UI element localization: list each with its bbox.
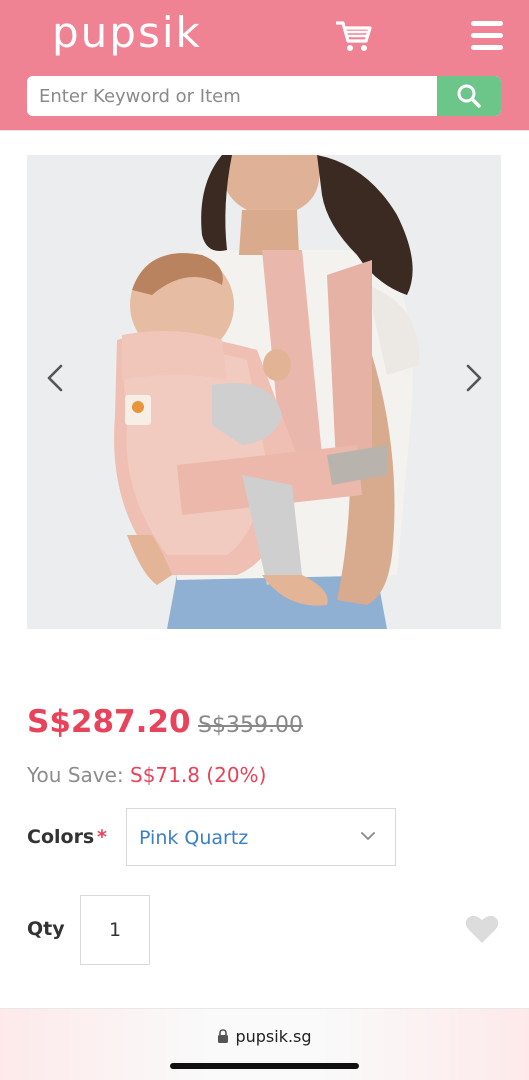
search-icon [457, 84, 481, 108]
prev-image-button[interactable] [40, 356, 70, 400]
chevron-right-icon [466, 364, 482, 392]
cart-icon[interactable] [335, 19, 372, 53]
product-image[interactable] [27, 155, 501, 629]
hamburger-menu-icon[interactable] [470, 18, 504, 54]
chevron-down-icon [361, 832, 375, 840]
search-button[interactable] [437, 76, 501, 116]
sale-price: S$287.20 [27, 704, 191, 740]
colors-selected-value: Pink Quartz [139, 827, 249, 849]
chevron-left-icon [47, 364, 63, 392]
qty-label: Qty [27, 918, 65, 940]
url-text: pupsik.sg [235, 1026, 312, 1046]
site-logo[interactable]: pupsik [52, 6, 202, 60]
you-save-label: You Save: [27, 763, 124, 787]
you-save-value: S$71.8 (20%) [130, 763, 267, 787]
required-mark: * [97, 826, 107, 848]
search-input[interactable] [27, 76, 437, 116]
colors-label: Colors [27, 826, 95, 848]
colors-select[interactable]: Pink Quartz [126, 808, 396, 866]
site-header: pupsik [0, 0, 529, 130]
header-divider [0, 130, 529, 131]
quantity-input[interactable]: 1 [80, 895, 150, 965]
next-image-button[interactable] [459, 356, 489, 400]
original-price: S$359.00 [198, 713, 303, 738]
lock-icon [218, 1028, 229, 1043]
heart-icon[interactable] [465, 914, 499, 944]
browser-address-bar[interactable]: pupsik.sg [0, 1009, 529, 1080]
search-bar [27, 76, 501, 116]
home-indicator[interactable] [170, 1063, 359, 1069]
url-container[interactable]: pupsik.sg [0, 1025, 529, 1047]
